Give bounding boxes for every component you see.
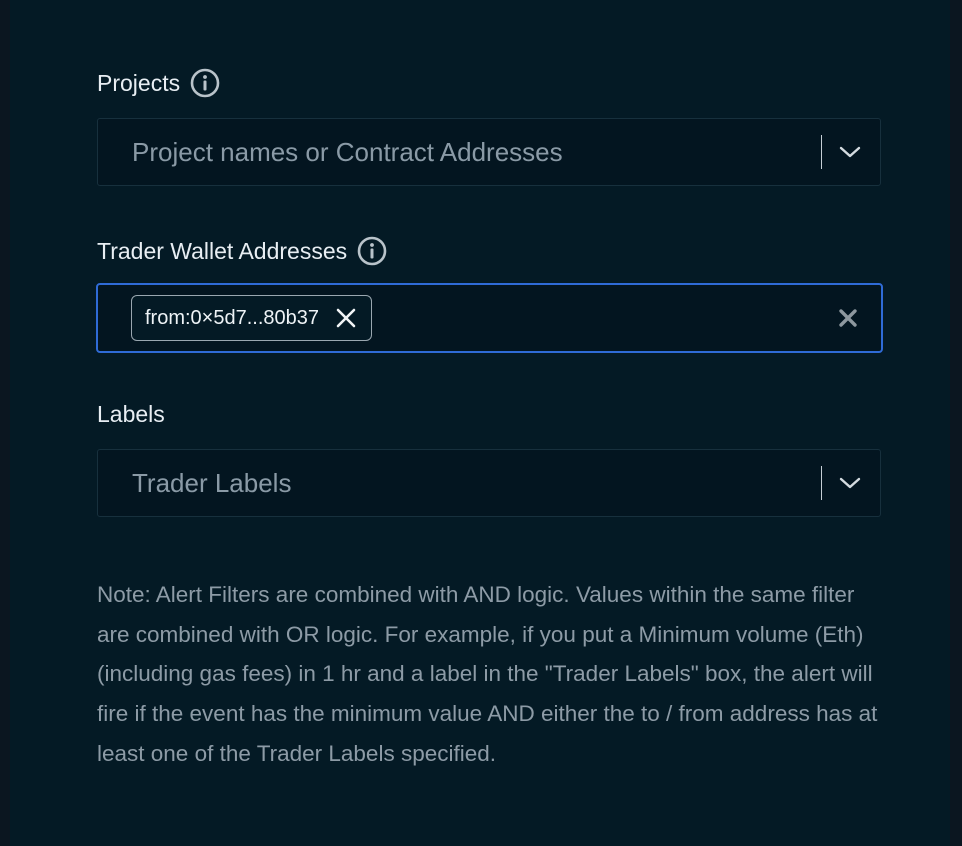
left-gutter [0, 0, 10, 846]
projects-select-placeholder: Project names or Contract Addresses [132, 137, 563, 167]
labels-select-placeholder: Trader Labels [132, 468, 292, 498]
select-divider [821, 135, 822, 169]
select-divider [821, 466, 822, 500]
chevron-down-icon[interactable] [838, 472, 862, 494]
info-icon[interactable] [190, 68, 220, 98]
wallet-chip-text: from:0×5d7...80b37 [145, 306, 320, 329]
projects-label: Projects [97, 66, 220, 100]
close-icon[interactable] [333, 305, 359, 331]
chevron-down-icon[interactable] [838, 141, 862, 163]
projects-select[interactable]: Project names or Contract Addresses [97, 118, 881, 186]
filter-logic-note: Note: Alert Filters are combined with AN… [97, 582, 878, 766]
trader-wallets-label-text: Trader Wallet Addresses [97, 237, 348, 264]
trader-wallets-multiselect[interactable]: from:0×5d7...80b37 [96, 283, 883, 353]
right-gutter [950, 0, 962, 846]
labels-label-text: Labels [97, 400, 165, 427]
projects-label-text: Projects [97, 69, 181, 96]
labels-select[interactable]: Trader Labels [97, 449, 881, 517]
clear-all-icon[interactable] [838, 308, 858, 328]
wallet-chip: from:0×5d7...80b37 [131, 295, 373, 341]
trader-wallets-label: Trader Wallet Addresses [97, 234, 387, 268]
info-icon[interactable] [357, 236, 387, 266]
labels-label: Labels [97, 397, 165, 431]
